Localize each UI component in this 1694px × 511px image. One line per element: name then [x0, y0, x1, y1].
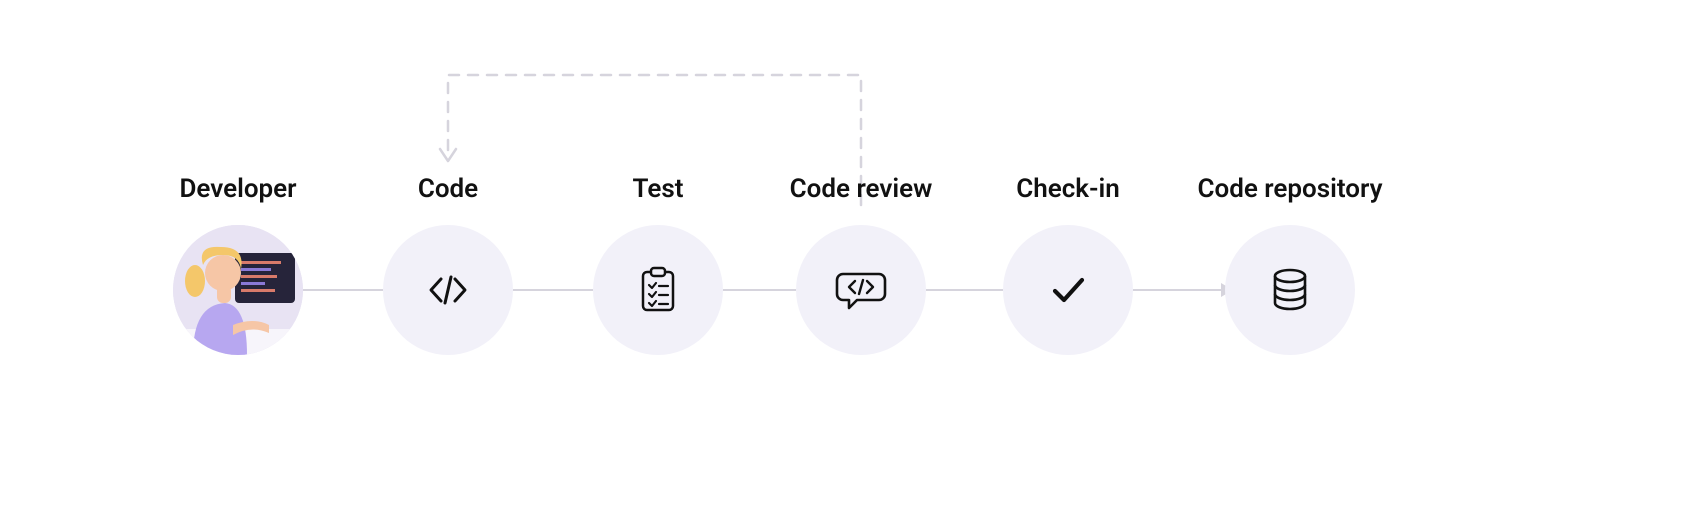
developer-avatar [173, 225, 303, 355]
step-node-checkin [1003, 225, 1133, 355]
connector-5 [1133, 289, 1223, 291]
step-label-test: Test [633, 174, 684, 204]
step-label-checkin: Check-in [1016, 174, 1120, 204]
connector-2 [513, 289, 593, 291]
code-icon [425, 267, 471, 313]
step-node-repository [1225, 225, 1355, 355]
code-review-bubble-icon [835, 268, 887, 312]
step-label-developer: Developer [179, 174, 296, 204]
step-node-developer [173, 225, 303, 355]
step-node-test [593, 225, 723, 355]
step-label-repository: Code repository [1198, 174, 1383, 204]
pipeline-diagram: Developer Code Test Code review Check-in… [0, 0, 1694, 511]
connector-1 [303, 289, 383, 291]
clipboard-check-icon [637, 266, 679, 314]
step-node-code [383, 225, 513, 355]
step-node-review [796, 225, 926, 355]
connector-3 [723, 289, 796, 291]
checkmark-icon [1048, 270, 1088, 310]
step-label-code: Code [418, 174, 478, 204]
step-label-review: Code review [790, 174, 933, 204]
database-icon [1270, 268, 1310, 312]
connector-4 [926, 289, 1003, 291]
